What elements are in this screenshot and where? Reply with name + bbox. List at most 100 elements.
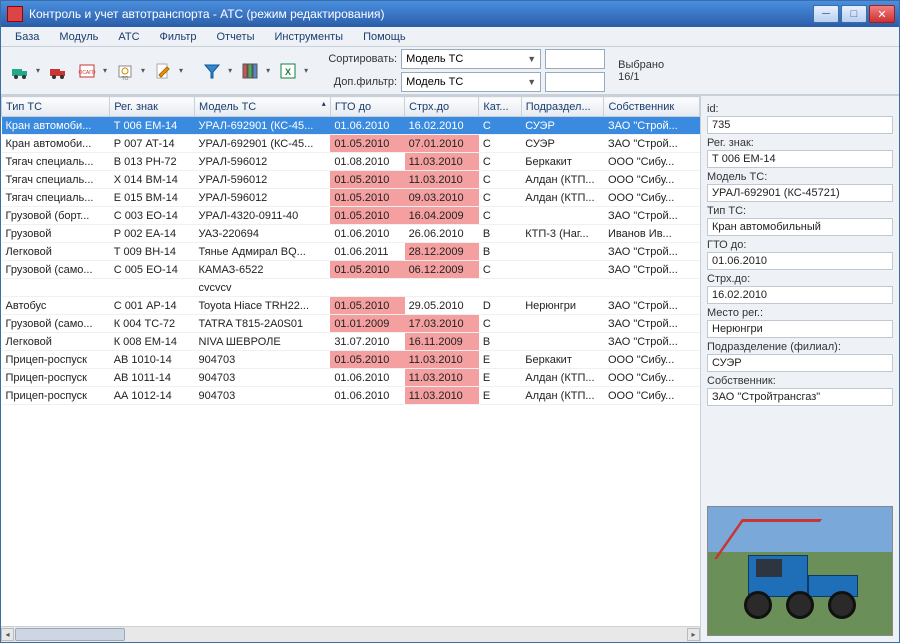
osago-icon[interactable]: ОСАГО (74, 58, 100, 84)
sort-select[interactable]: Модель ТС▼ (401, 49, 541, 69)
truck-green-icon[interactable] (7, 58, 33, 84)
minimize-button[interactable]: ─ (813, 5, 839, 23)
cell: 11.03.2010 (405, 351, 479, 369)
detail-value: УРАЛ-692901 (КС-45721) (707, 184, 893, 202)
table-row[interactable]: ЛегковойТ 009 ВН-14Тянье Адмирал BQ...01… (2, 243, 700, 261)
table-row[interactable]: Грузовой (само...С 005 ЕО-14КАМАЗ-652201… (2, 261, 700, 279)
cell: ООО "Сибу... (604, 387, 700, 405)
dropdown-arrow-icon[interactable]: ▾ (226, 66, 234, 75)
columns-icon[interactable] (237, 58, 263, 84)
details-panel: id:735Рег. знак:Т 006 ЕМ-14Модель ТС:УРА… (701, 96, 899, 642)
service-icon[interactable]: ТО (112, 58, 138, 84)
cell: С (479, 153, 521, 171)
dropdown-arrow-icon[interactable]: ▾ (139, 66, 147, 75)
dropdown-arrow-icon[interactable]: ▾ (101, 66, 109, 75)
col-header[interactable]: Тип ТС (2, 97, 110, 117)
cell: Алдан (КТП... (521, 171, 604, 189)
cell (2, 279, 110, 297)
cell (521, 333, 604, 351)
table-row[interactable]: АвтобусС 001 АР-14Toyota Hiace TRH22...0… (2, 297, 700, 315)
col-header[interactable]: Собственник (604, 97, 700, 117)
titlebar[interactable]: Контроль и учет автотранспорта - АТС (ре… (1, 1, 899, 27)
table-row[interactable]: cvcvcv (2, 279, 700, 297)
detail-value: ЗАО "Стройтрансгаз" (707, 388, 893, 406)
cell: ЗАО "Строй... (604, 117, 700, 135)
cell (521, 261, 604, 279)
cell: С (479, 135, 521, 153)
menu-6[interactable]: Помощь (353, 29, 416, 45)
cell (405, 279, 479, 297)
cell: 16.02.2010 (405, 117, 479, 135)
filter-input[interactable] (545, 72, 605, 92)
menu-4[interactable]: Отчеты (206, 29, 264, 45)
detail-label: ГТО до: (707, 238, 893, 252)
table-row[interactable]: Тягач специаль...В 013 РН-72УРАЛ-5960120… (2, 153, 700, 171)
sort-input[interactable] (545, 49, 605, 69)
col-header[interactable]: ГТО до (330, 97, 404, 117)
menu-3[interactable]: Фильтр (150, 29, 207, 45)
cell: 28.12.2009 (405, 243, 479, 261)
col-header[interactable]: Стрх.до (405, 97, 479, 117)
scroll-left-arrow[interactable]: ◂ (1, 628, 14, 641)
cell: Тянье Адмирал BQ... (195, 243, 331, 261)
cell: 11.03.2010 (405, 171, 479, 189)
cell: УРАЛ-596012 (195, 171, 331, 189)
cell: 06.12.2009 (405, 261, 479, 279)
table-row[interactable]: ГрузовойР 002 ЕА-14УАЗ-22069401.06.20102… (2, 225, 700, 243)
cell: 11.03.2010 (405, 369, 479, 387)
col-header[interactable]: Кат... (479, 97, 521, 117)
menu-1[interactable]: Модуль (49, 29, 108, 45)
cell: Кран автомоби... (2, 135, 110, 153)
table-row[interactable]: Тягач специаль...Х 014 ВМ-14УРАЛ-5960120… (2, 171, 700, 189)
table-row[interactable]: Тягач специаль...Е 015 ВМ-14УРАЛ-5960120… (2, 189, 700, 207)
dropdown-arrow-icon[interactable]: ▾ (302, 66, 310, 75)
edit-icon[interactable] (150, 58, 176, 84)
table-row[interactable]: Кран автомоби...Т 006 ЕМ-14УРАЛ-692901 (… (2, 117, 700, 135)
col-header[interactable]: Подраздел... (521, 97, 604, 117)
cell: Алдан (КТП... (521, 189, 604, 207)
scroll-thumb[interactable] (15, 628, 125, 641)
svg-text:ТО: ТО (122, 76, 129, 81)
menu-2[interactable]: АТС (108, 29, 149, 45)
sort-label: Сортировать: (319, 53, 397, 65)
cell: Е 015 ВМ-14 (110, 189, 195, 207)
maximize-button[interactable]: □ (841, 5, 867, 23)
detail-label: Подразделение (филиал): (707, 340, 893, 354)
col-header[interactable]: Модель ТС (195, 97, 331, 117)
cell: Р 007 АТ-14 (110, 135, 195, 153)
filter-select[interactable]: Модель ТС▼ (401, 72, 541, 92)
cell: ЗАО "Строй... (604, 315, 700, 333)
horizontal-scrollbar[interactable]: ◂ ▸ (1, 626, 700, 642)
truck-red-icon[interactable] (45, 58, 71, 84)
cell: В 013 РН-72 (110, 153, 195, 171)
col-header[interactable]: Рег. знак (110, 97, 195, 117)
cell: С (479, 117, 521, 135)
cell: Тягач специаль... (2, 153, 110, 171)
table-row[interactable]: Прицеп-роспускАВ 1010-1490470301.05.2010… (2, 351, 700, 369)
cell: Грузовой (2, 225, 110, 243)
scroll-right-arrow[interactable]: ▸ (687, 628, 700, 641)
svg-text:ОСАГО: ОСАГО (78, 70, 95, 76)
cell: 01.08.2010 (330, 153, 404, 171)
table-row[interactable]: Прицеп-роспускАВ 1011-1490470301.06.2010… (2, 369, 700, 387)
menu-5[interactable]: Инструменты (265, 29, 354, 45)
cell: С (479, 207, 521, 225)
data-grid[interactable]: Тип ТСРег. знакМодель ТСГТО доСтрх.доКат… (1, 96, 700, 626)
menu-0[interactable]: База (5, 29, 49, 45)
table-row[interactable]: Кран автомоби...Р 007 АТ-14УРАЛ-692901 (… (2, 135, 700, 153)
detail-value: 735 (707, 116, 893, 134)
dropdown-arrow-icon[interactable]: ▾ (34, 66, 42, 75)
table-row[interactable]: Грузовой (борт...С 003 ЕО-14УРАЛ-4320-09… (2, 207, 700, 225)
close-button[interactable]: ✕ (869, 5, 895, 23)
excel-icon[interactable]: X (275, 58, 301, 84)
table-row[interactable]: ЛегковойК 008 ЕМ-14NIVA ШЕВРОЛЕ31.07.201… (2, 333, 700, 351)
funnel-icon[interactable] (199, 58, 225, 84)
dropdown-arrow-icon[interactable]: ▾ (177, 66, 185, 75)
table-row[interactable]: Прицеп-роспускАА 1012-1490470301.06.2010… (2, 387, 700, 405)
cell: ООО "Сибу... (604, 171, 700, 189)
cell: 01.06.2011 (330, 243, 404, 261)
table-row[interactable]: Грузовой (само...К 004 ТС-72TATRA T815-2… (2, 315, 700, 333)
dropdown-arrow-icon[interactable]: ▾ (264, 66, 272, 75)
cell: В (479, 225, 521, 243)
cell: ЗАО "Строй... (604, 135, 700, 153)
